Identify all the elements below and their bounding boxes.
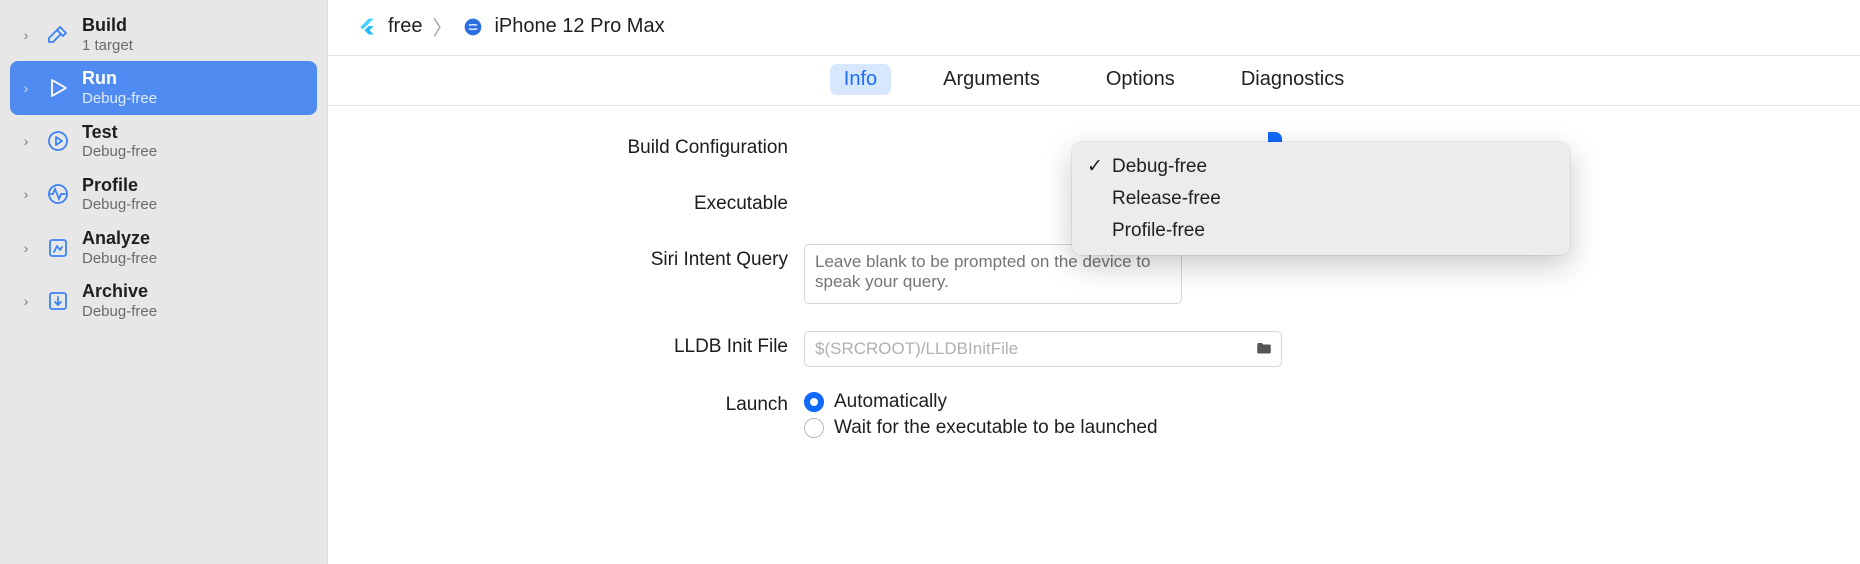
chevron-right-icon: › bbox=[18, 27, 34, 43]
sidebar-item-title: Analyze bbox=[82, 227, 157, 250]
menu-item-release-free[interactable]: Release-free bbox=[1072, 183, 1570, 215]
lldb-init-input[interactable]: $(SRCROOT)/LLDBInitFile bbox=[804, 331, 1282, 367]
play-icon bbox=[44, 74, 72, 102]
chevron-right-icon: › bbox=[18, 240, 34, 256]
sidebar-item-title: Profile bbox=[82, 174, 157, 197]
sidebar-item-subtitle: Debug-free bbox=[82, 196, 157, 215]
sidebar-item-profile[interactable]: › Profile Debug-free bbox=[10, 168, 317, 221]
menu-item-profile-free[interactable]: Profile-free bbox=[1072, 215, 1570, 247]
build-configuration-menu: ✓ Debug-free Release-free Profile-free bbox=[1072, 142, 1570, 255]
launch-option-automatically[interactable]: Automatically bbox=[804, 389, 1158, 415]
menu-item-label: Release-free bbox=[1112, 188, 1221, 210]
sidebar-item-title: Archive bbox=[82, 280, 157, 303]
device-icon bbox=[462, 16, 484, 38]
tab-options[interactable]: Options bbox=[1092, 64, 1189, 95]
gauge-icon bbox=[44, 180, 72, 208]
launch-label: Launch bbox=[368, 389, 788, 416]
tab-arguments[interactable]: Arguments bbox=[929, 64, 1054, 95]
chevron-right-icon: › bbox=[18, 133, 34, 149]
menu-item-debug-free[interactable]: ✓ Debug-free bbox=[1072, 150, 1570, 183]
flutter-icon bbox=[356, 16, 378, 38]
sidebar-item-analyze[interactable]: › Analyze Debug-free bbox=[10, 221, 317, 274]
breadcrumb-device[interactable]: iPhone 12 Pro Max bbox=[494, 15, 664, 38]
launch-option-label: Wait for the executable to be launched bbox=[834, 417, 1158, 439]
hammer-icon bbox=[44, 21, 72, 49]
chevron-right-icon: 〉 bbox=[432, 12, 452, 41]
analyze-icon bbox=[44, 234, 72, 262]
radio-icon bbox=[804, 392, 824, 412]
menu-item-label: Profile-free bbox=[1112, 220, 1205, 242]
sidebar-item-subtitle: Debug-free bbox=[82, 250, 157, 269]
lldb-init-placeholder: $(SRCROOT)/LLDBInitFile bbox=[815, 339, 1018, 359]
tab-bar: Info Arguments Options Diagnostics bbox=[328, 56, 1860, 106]
sidebar-item-subtitle: Debug-free bbox=[82, 90, 157, 109]
checkmark-icon: ✓ bbox=[1086, 155, 1104, 178]
sidebar-item-build[interactable]: › Build 1 target bbox=[10, 8, 317, 61]
chevron-right-icon: › bbox=[18, 186, 34, 202]
chevron-right-icon: › bbox=[18, 293, 34, 309]
launch-option-wait[interactable]: Wait for the executable to be launched bbox=[804, 415, 1158, 441]
sidebar-item-title: Build bbox=[82, 14, 133, 37]
menu-item-label: Debug-free bbox=[1112, 156, 1207, 178]
folder-icon[interactable] bbox=[1255, 340, 1273, 358]
scheme-editor-main: free 〉 iPhone 12 Pro Max Info Arguments … bbox=[328, 0, 1860, 564]
sidebar-item-archive[interactable]: › Archive Debug-free bbox=[10, 274, 317, 327]
scheme-action-sidebar: › Build 1 target › Run Debug-free › Test… bbox=[0, 0, 328, 564]
build-configuration-label: Build Configuration bbox=[368, 132, 788, 159]
chevron-right-icon: › bbox=[18, 80, 34, 96]
wrench-play-icon bbox=[44, 127, 72, 155]
sidebar-item-subtitle: Debug-free bbox=[82, 303, 157, 322]
launch-option-label: Automatically bbox=[834, 391, 947, 413]
tab-diagnostics[interactable]: Diagnostics bbox=[1227, 64, 1358, 95]
sidebar-item-run[interactable]: › Run Debug-free bbox=[10, 61, 317, 114]
lldb-init-label: LLDB Init File bbox=[368, 331, 788, 358]
sidebar-item-subtitle: 1 target bbox=[82, 37, 133, 56]
archive-icon bbox=[44, 287, 72, 315]
siri-intent-label: Siri Intent Query bbox=[368, 244, 788, 271]
sidebar-item-subtitle: Debug-free bbox=[82, 143, 157, 162]
sidebar-item-title: Test bbox=[82, 121, 157, 144]
breadcrumb: free 〉 iPhone 12 Pro Max bbox=[328, 0, 1860, 56]
breadcrumb-scheme[interactable]: free bbox=[388, 15, 422, 38]
sidebar-item-test[interactable]: › Test Debug-free bbox=[10, 115, 317, 168]
radio-icon bbox=[804, 418, 824, 438]
executable-label: Executable bbox=[368, 188, 788, 215]
sidebar-item-title: Run bbox=[82, 67, 157, 90]
tab-info[interactable]: Info bbox=[830, 64, 891, 95]
